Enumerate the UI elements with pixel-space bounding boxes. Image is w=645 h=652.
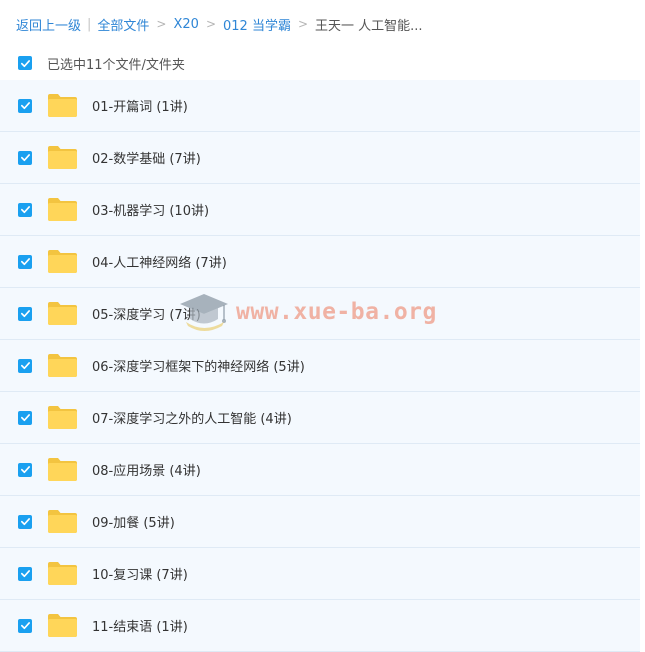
folder-name[interactable]: 08-应用场景 (4讲) <box>92 460 201 479</box>
chevron-right-icon: > <box>156 17 167 31</box>
folder-name[interactable]: 03-机器学习 (10讲) <box>92 200 209 219</box>
folder-checkbox[interactable] <box>18 202 32 217</box>
all-files-link[interactable]: 全部文件 <box>97 15 149 34</box>
folder-icon <box>48 510 77 533</box>
folder-row[interactable]: 10-复习课 (7讲) <box>0 548 640 600</box>
folder-name[interactable]: 04-人工神经网络 (7讲) <box>92 252 227 271</box>
folder-row[interactable]: 02-数学基础 (7讲) <box>0 132 640 184</box>
folder-row[interactable]: 09-加餐 (5讲) <box>0 496 640 548</box>
checkmark-icon <box>20 622 30 630</box>
folder-row[interactable]: 03-机器学习 (10讲) <box>0 184 640 236</box>
checkmark-icon <box>20 310 30 318</box>
breadcrumb-item-012[interactable]: 012 当学霸 <box>223 15 291 34</box>
folder-icon <box>48 562 77 585</box>
breadcrumb-divider: | <box>87 16 92 32</box>
breadcrumb-current: 王天一 人工智能... <box>315 18 423 34</box>
checkmark-icon <box>20 258 30 266</box>
folder-row[interactable]: 08-应用场景 (4讲) <box>0 444 640 496</box>
folder-row[interactable]: 04-人工神经网络 (7讲) <box>0 236 640 288</box>
folder-icon <box>48 302 77 325</box>
select-all-checkbox[interactable] <box>18 56 32 70</box>
back-link[interactable]: 返回上一级 <box>16 15 81 34</box>
checkmark-icon <box>20 414 30 422</box>
breadcrumb: 返回上一级 | 全部文件 > X20 > 012 当学霸 > 王天一 人工智能.… <box>0 0 645 48</box>
folder-name[interactable]: 10-复习课 (7讲) <box>92 564 188 583</box>
folder-name[interactable]: 06-深度学习框架下的神经网络 (5讲) <box>92 356 305 375</box>
breadcrumb-item-x20[interactable]: X20 <box>173 17 198 32</box>
folder-icon <box>48 250 77 273</box>
folder-checkbox[interactable] <box>18 98 32 113</box>
folder-icon <box>48 94 77 117</box>
folder-checkbox[interactable] <box>18 306 32 321</box>
folder-row[interactable]: 05-深度学习 (7讲) <box>0 288 640 340</box>
file-list: 01-开篇词 (1讲) 02-数学基础 (7讲) 03-机器学习 (10讲) 04-人… <box>0 80 640 652</box>
folder-checkbox[interactable] <box>18 514 32 529</box>
folder-checkbox[interactable] <box>18 150 32 165</box>
folder-name[interactable]: 07-深度学习之外的人工智能 (4讲) <box>92 408 292 427</box>
checkmark-icon <box>20 154 30 162</box>
checkmark-icon <box>20 518 30 526</box>
folder-icon <box>48 198 77 221</box>
folder-checkbox[interactable] <box>18 566 32 581</box>
selection-count-label: 已选中11个文件/文件夹 <box>47 57 185 73</box>
checkmark-icon <box>20 362 30 370</box>
folder-row[interactable]: 07-深度学习之外的人工智能 (4讲) <box>0 392 640 444</box>
folder-row[interactable]: 06-深度学习框架下的神经网络 (5讲) <box>0 340 640 392</box>
folder-name[interactable]: 05-深度学习 (7讲) <box>92 304 201 323</box>
folder-checkbox[interactable] <box>18 410 32 425</box>
checkmark-icon <box>20 102 30 110</box>
checkmark-icon <box>20 206 30 214</box>
folder-row[interactable]: 11-结束语 (1讲) <box>0 600 640 652</box>
folder-name[interactable]: 02-数学基础 (7讲) <box>92 148 201 167</box>
folder-icon <box>48 614 77 637</box>
folder-name[interactable]: 01-开篇词 (1讲) <box>92 96 188 115</box>
folder-name[interactable]: 11-结束语 (1讲) <box>92 616 188 635</box>
folder-icon <box>48 354 77 377</box>
checkmark-icon <box>20 570 30 578</box>
folder-checkbox[interactable] <box>18 618 32 633</box>
folder-icon <box>48 146 77 169</box>
folder-icon <box>48 458 77 481</box>
chevron-right-icon: > <box>297 17 309 31</box>
folder-checkbox[interactable] <box>18 254 32 269</box>
folder-name[interactable]: 09-加餐 (5讲) <box>92 512 175 531</box>
chevron-right-icon: > <box>205 17 216 31</box>
selection-bar: 已选中11个文件/文件夹 <box>0 48 645 78</box>
checkmark-icon <box>20 466 30 474</box>
folder-row[interactable]: 01-开篇词 (1讲) <box>0 80 640 132</box>
folder-checkbox[interactable] <box>18 358 32 373</box>
folder-checkbox[interactable] <box>18 462 32 477</box>
checkmark-icon <box>20 59 30 67</box>
folder-icon <box>48 406 77 429</box>
